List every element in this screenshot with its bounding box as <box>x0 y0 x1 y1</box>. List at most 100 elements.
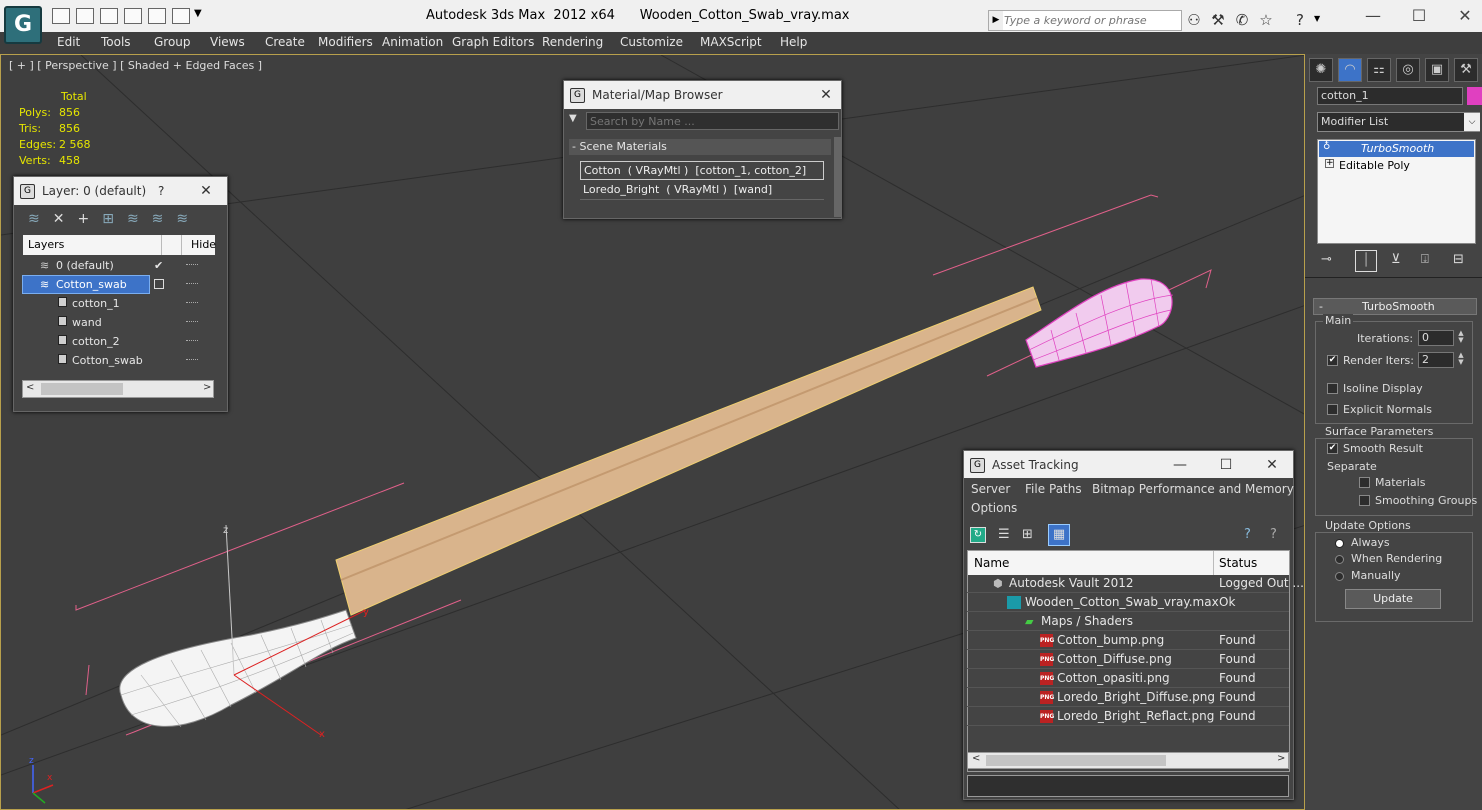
menu-views[interactable]: Views <box>210 35 245 49</box>
menu-tools[interactable]: Tools <box>101 35 131 49</box>
add-to-layer-icon[interactable]: + <box>77 211 102 227</box>
hide-toggle[interactable] <box>186 283 198 285</box>
table-view-icon[interactable]: ▦ <box>1048 524 1070 546</box>
table-row[interactable]: ⬢ Autodesk Vault 2012 Logged Out ... <box>967 574 1304 593</box>
render-iters-spinner-arrows[interactable]: ▲ ▼ <box>1456 352 1466 368</box>
layer-help-icon[interactable]: ? <box>158 184 164 198</box>
stack-item-turbosmooth[interactable]: ♁ TurboSmooth <box>1319 141 1474 157</box>
update-manually-radio[interactable] <box>1335 572 1344 581</box>
scroll-right-icon[interactable]: > <box>1277 753 1285 764</box>
layers-column-header[interactable]: Layers <box>28 238 64 251</box>
asset-path-field[interactable] <box>967 775 1289 797</box>
list-view-icon[interactable]: ☰ <box>998 527 1010 542</box>
show-end-result-icon[interactable]: ⏐ <box>1355 250 1377 272</box>
menu-edit[interactable]: Edit <box>57 35 80 49</box>
display-tab-icon[interactable]: ▣ <box>1425 58 1449 82</box>
help-icon[interactable]: ? <box>1290 10 1310 30</box>
asset-menu-options[interactable]: Options <box>971 501 1017 515</box>
asset-status-column[interactable]: Status <box>1219 556 1257 570</box>
update-button[interactable]: Update <box>1345 589 1441 609</box>
hide-toggle[interactable] <box>186 264 198 266</box>
hide-all-icon[interactable]: ≋ <box>152 211 177 227</box>
tree-view-icon[interactable]: ⊞ <box>1022 527 1033 542</box>
refresh-icon[interactable]: ↻ <box>970 527 986 543</box>
table-row[interactable]: Wooden_Cotton_Swab_vray.max Ok <box>967 593 1289 612</box>
scroll-right-icon[interactable]: > <box>203 382 211 393</box>
redo-icon[interactable] <box>172 8 190 24</box>
minimize-icon[interactable]: — <box>1358 6 1388 26</box>
select-objects-icon[interactable]: ⊞ <box>102 211 127 227</box>
iterations-spinner-arrows[interactable]: ▲ ▼ <box>1456 330 1466 346</box>
current-layer-box[interactable] <box>154 279 164 289</box>
configure-sets-icon[interactable]: ⊟ <box>1453 252 1464 267</box>
open-icon[interactable] <box>52 8 70 24</box>
freeze-all-icon[interactable]: ≋ <box>176 211 201 227</box>
turbosmooth-rollout-header[interactable]: - TurboSmooth <box>1313 298 1477 315</box>
table-row[interactable]: ▰ Maps / Shaders <box>967 612 1289 631</box>
favorites-star-icon[interactable]: ☆ <box>1256 10 1276 30</box>
separate-materials-checkbox[interactable] <box>1359 477 1370 488</box>
chevron-down-icon[interactable]: ⌵ <box>1464 113 1480 131</box>
asset-close-icon[interactable]: ✕ <box>1262 455 1282 475</box>
menu-modifiers[interactable]: Modifiers <box>318 35 373 49</box>
material-item[interactable]: Cotton ( VRayMtl ) [cotton_1, cotton_2] <box>580 161 824 180</box>
delete-layer-icon[interactable]: ✕ <box>53 211 78 227</box>
asset-tracking-titlebar[interactable]: G Asset Tracking — ☐ ✕ <box>964 451 1293 478</box>
undo-icon[interactable] <box>148 8 166 24</box>
layer-row[interactable]: ⊟ ≋ Cotton_swab <box>22 275 214 294</box>
material-item[interactable]: Loredo_Bright ( VRayMtl ) [wand] <box>580 181 824 200</box>
layer-row[interactable]: wand <box>22 313 214 332</box>
layer-row[interactable]: cotton_1 <box>22 294 214 313</box>
table-row[interactable]: PNG Loredo_Bright_Reflact.png Found <box>967 707 1289 726</box>
table-row[interactable]: PNG Cotton_Diffuse.png Found <box>967 650 1289 669</box>
search-expand-icon[interactable]: ▶ <box>989 11 1003 30</box>
scroll-left-icon[interactable]: < <box>972 753 980 764</box>
table-row[interactable]: PNG Loredo_Bright_Diffuse.png Found <box>967 688 1289 707</box>
maximize-icon[interactable]: ☐ <box>1404 6 1434 26</box>
binoculars-icon[interactable]: ⚇ <box>1184 10 1204 30</box>
material-scrollbar[interactable] <box>834 137 841 217</box>
asset-minimize-icon[interactable]: — <box>1170 455 1190 475</box>
asset-menu-paths[interactable]: Paths <box>1049 482 1082 496</box>
table-row[interactable]: PNG Cotton_opasiti.png Found <box>967 669 1289 688</box>
menu-graph-editors[interactable]: Graph Editors <box>452 35 534 49</box>
table-row[interactable]: PNG Cotton_bump.png Found <box>967 631 1289 650</box>
viewport-label[interactable]: [ + ] [ Perspective ] [ Shaded + Edged F… <box>9 59 262 72</box>
isoline-display-checkbox[interactable] <box>1327 383 1338 394</box>
asset-menu-file[interactable]: File <box>1025 482 1045 496</box>
modify-tab-icon[interactable]: ◠ <box>1338 58 1362 82</box>
app-logo-icon[interactable]: G <box>4 6 42 44</box>
create-tab-icon[interactable]: ✺ <box>1309 58 1333 82</box>
asset-name-column[interactable]: Name <box>974 556 1009 570</box>
asset-settings-icon[interactable]: ? <box>1270 527 1277 542</box>
smooth-result-checkbox[interactable]: ✔ <box>1327 443 1338 454</box>
update-always-radio[interactable] <box>1335 539 1344 548</box>
scene-materials-section[interactable]: - Scene Materials <box>569 139 831 155</box>
menu-rendering[interactable]: Rendering <box>542 35 603 49</box>
expand-icon[interactable]: + <box>1325 159 1334 168</box>
object-color-swatch[interactable] <box>1467 87 1482 105</box>
hide-column-header[interactable]: Hide <box>191 238 216 251</box>
hold-icon[interactable] <box>124 8 142 24</box>
asset-menu-bitmap-performance[interactable]: Bitmap Performance and Memory <box>1092 482 1294 496</box>
new-icon[interactable] <box>100 8 118 24</box>
tools-icon[interactable]: ⚒ <box>1208 10 1228 30</box>
browser-options-icon[interactable]: ▼ <box>569 113 577 124</box>
render-iters-spinner[interactable]: 2 <box>1418 352 1454 368</box>
explicit-normals-checkbox[interactable] <box>1327 404 1338 415</box>
layer-horizontal-scrollbar[interactable]: < > <box>22 380 214 398</box>
menu-create[interactable]: Create <box>265 35 305 49</box>
menu-animation[interactable]: Animation <box>382 35 443 49</box>
hide-toggle[interactable] <box>186 302 198 304</box>
scroll-left-icon[interactable]: < <box>26 382 34 393</box>
asset-help-icon[interactable]: ? <box>1244 527 1251 542</box>
hide-toggle[interactable] <box>186 321 198 323</box>
hierarchy-tab-icon[interactable]: ⚏ <box>1367 58 1391 82</box>
highlight-layer-icon[interactable]: ≋ <box>127 211 152 227</box>
scroll-thumb[interactable] <box>986 755 1166 766</box>
remove-modifier-icon[interactable]: ⍗ <box>1421 252 1429 267</box>
menu-group[interactable]: Group <box>154 35 191 49</box>
object-name-field[interactable]: cotton_1 <box>1317 87 1463 105</box>
pin-stack-icon[interactable]: ⊸ <box>1321 252 1332 267</box>
layer-panel-close-icon[interactable]: ✕ <box>196 181 216 201</box>
